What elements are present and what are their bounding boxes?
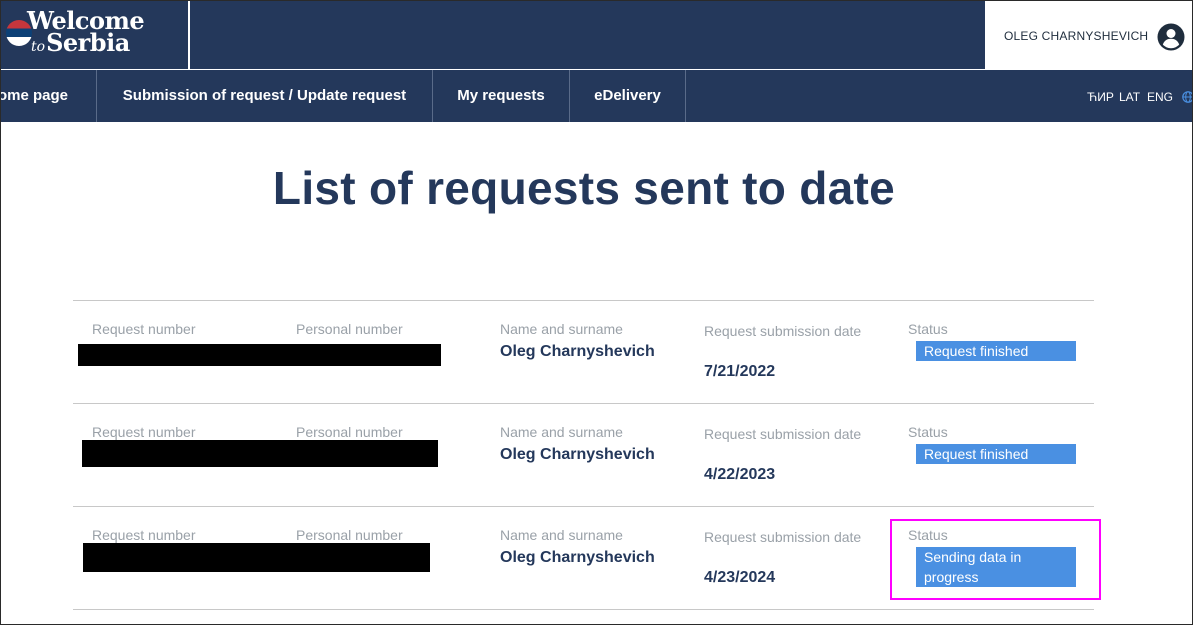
status-badge: Request finished bbox=[916, 341, 1076, 361]
page-title: List of requests sent to date bbox=[272, 162, 896, 214]
applicant-name: Oleg Charnyshevich bbox=[500, 343, 655, 360]
applicant-name: Oleg Charnyshevich bbox=[500, 549, 655, 566]
redacted-numbers bbox=[82, 440, 438, 467]
applicant-name: Oleg Charnyshevich bbox=[500, 446, 655, 463]
lang-cyrillic[interactable]: ЋИР bbox=[1087, 70, 1114, 122]
personal-number-label: Personal number bbox=[296, 321, 403, 337]
request-row[interactable]: Request number Personal number Name and … bbox=[73, 300, 1094, 403]
status-label: Status bbox=[908, 321, 948, 337]
request-number-label: Request number bbox=[92, 321, 196, 337]
nav-my-requests[interactable]: My requests bbox=[433, 70, 570, 122]
personal-number-label: Personal number bbox=[296, 527, 403, 543]
nav-submission[interactable]: Submission of request / Update request bbox=[97, 70, 433, 122]
submission-date-label: Request submission date bbox=[704, 529, 862, 545]
logo-text-to: to bbox=[31, 39, 46, 55]
nav-edelivery[interactable]: eDelivery bbox=[570, 70, 686, 122]
app-frame: Welcome toSerbia OLEG CHARNYSHEVICH ome … bbox=[0, 0, 1193, 625]
user-menu[interactable]: OLEG CHARNYSHEVICH bbox=[985, 1, 1192, 69]
user-name[interactable]: OLEG CHARNYSHEVICH bbox=[1004, 29, 1148, 43]
globe-icon[interactable] bbox=[1182, 91, 1193, 103]
submission-date: 4/22/2023 bbox=[704, 466, 776, 483]
submission-date-label: Request submission date bbox=[704, 323, 862, 339]
top-header: Welcome toSerbia OLEG CHARNYSHEVICH bbox=[1, 1, 1192, 69]
request-number-label: Request number bbox=[92, 424, 196, 440]
name-label: Name and surname bbox=[500, 527, 623, 543]
logo-text-serbia: toSerbia bbox=[31, 28, 130, 57]
submission-date-label: Request submission date bbox=[704, 426, 862, 442]
personal-number-label: Personal number bbox=[296, 424, 403, 440]
name-label: Name and surname bbox=[500, 424, 623, 440]
submission-date: 7/21/2022 bbox=[704, 363, 776, 380]
request-number-label: Request number bbox=[92, 527, 196, 543]
name-label: Name and surname bbox=[500, 321, 623, 337]
submission-date: 4/23/2024 bbox=[704, 569, 776, 586]
redacted-numbers bbox=[83, 543, 430, 572]
request-row[interactable]: Request number Personal number Name and … bbox=[73, 403, 1094, 506]
nav-home-page[interactable]: ome page bbox=[1, 70, 97, 122]
status-label: Status bbox=[908, 424, 948, 440]
logo-text-country: Serbia bbox=[46, 28, 130, 57]
status-badge: Request finished bbox=[916, 444, 1076, 464]
account-circle-icon[interactable] bbox=[1157, 23, 1185, 51]
redacted-numbers bbox=[78, 344, 441, 366]
status-highlight-box bbox=[890, 519, 1101, 600]
lang-latin[interactable]: LAT bbox=[1119, 70, 1140, 122]
lang-english[interactable]: ENG bbox=[1147, 70, 1173, 122]
site-logo[interactable]: Welcome toSerbia bbox=[1, 1, 190, 69]
main-nav: ome page Submission of request / Update … bbox=[1, 70, 1192, 122]
